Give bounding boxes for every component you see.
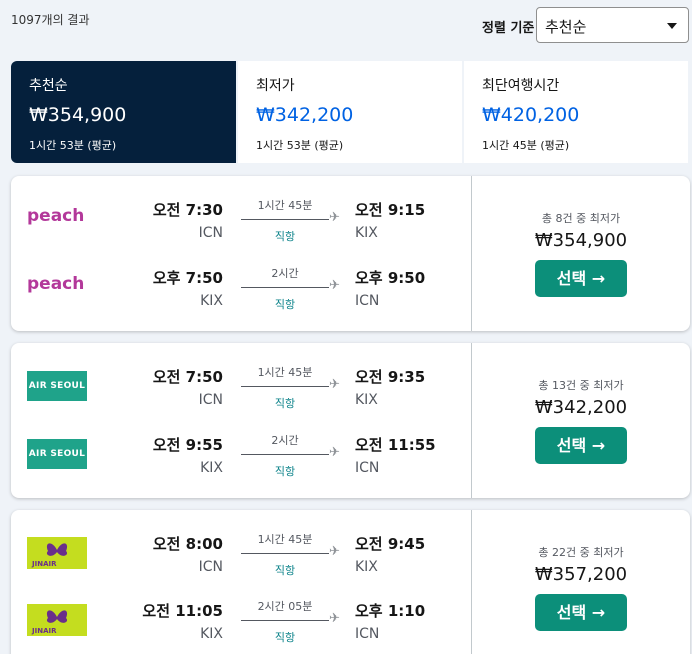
plane-icon: ✈: [329, 544, 340, 559]
tab-label: 최단여행시간: [482, 78, 560, 94]
results-count: 1097개의 결과: [11, 13, 90, 27]
tab-recommended[interactable]: 추천순 ₩354,900 1시간 53분 (평균): [11, 61, 236, 163]
flight-duration: 2시간: [271, 267, 299, 280]
arrival-airport: ICN: [355, 626, 380, 642]
flight-duration: 1시간 45분: [257, 199, 313, 212]
tab-price: ₩420,200: [482, 104, 580, 126]
airline-logo-jinair: JINAIR: [27, 537, 87, 569]
arrival-airport: KIX: [355, 392, 378, 408]
tab-price: ₩354,900: [29, 104, 127, 126]
flight-duration: 1시간 45분: [257, 366, 313, 379]
sort-label: 정렬 기준: [482, 21, 535, 36]
sort-select-value: 추천순: [545, 18, 587, 36]
departure-airport: ICN: [198, 225, 223, 241]
tab-cheapest[interactable]: 최저가 ₩342,200 1시간 53분 (평균): [238, 61, 462, 163]
result-card[interactable]: peach 오전 7:30 ICN 1시간 45분 ✈ 직항 오전 9:15 K…: [11, 176, 690, 331]
arrival-airport: KIX: [355, 559, 378, 575]
airline-logo-airseoul: AIR SEOUL: [27, 439, 87, 469]
stops-label: 직항: [274, 465, 296, 478]
route-line: [241, 287, 329, 288]
deals-info: 총 8건 중 최저가: [541, 212, 621, 225]
stops-label: 직항: [274, 564, 296, 577]
tab-label: 추천순: [29, 78, 68, 94]
flight-duration: 1시간 45분: [257, 533, 313, 546]
arrival-time: 오전 9:45: [355, 535, 426, 553]
plane-icon: ✈: [329, 377, 340, 392]
svg-text:JINAIR: JINAIR: [31, 560, 57, 568]
stops-label: 직항: [274, 230, 296, 243]
butterfly-icon: JINAIR: [31, 543, 68, 568]
departure-time: 오전 7:30: [152, 201, 223, 219]
flight-duration: 2시간: [271, 434, 299, 447]
result-card[interactable]: JINAIR 오전 8:00 ICN 1시간 45분 ✈ 직항 오전 9:45 …: [11, 510, 690, 654]
tab-avg-time: 1시간 53분 (평균): [256, 139, 344, 152]
price-box: 총 13건 중 최저가 ₩342,200 선택 →: [472, 343, 690, 498]
departure-airport: KIX: [200, 460, 223, 476]
stops-label: 직항: [274, 298, 296, 311]
tab-price: ₩342,200: [256, 104, 354, 126]
select-button[interactable]: 선택 →: [535, 594, 627, 631]
flight-duration: 2시간 05분: [257, 600, 313, 613]
butterfly-icon: JINAIR: [31, 610, 68, 635]
departure-time: 오전 8:00: [152, 535, 223, 553]
chevron-down-icon: [667, 23, 677, 29]
tab-avg-time: 1시간 53분 (평균): [29, 139, 117, 152]
plane-icon: ✈: [329, 445, 340, 460]
deals-info: 총 22건 중 최저가: [538, 546, 624, 559]
tab-label: 최저가: [256, 78, 295, 94]
flight-leg-outbound: AIR SEOUL 오전 7:50 ICN 1시간 45분 ✈ 직항 오전 9:…: [11, 359, 471, 417]
departure-airport: ICN: [198, 392, 223, 408]
flight-leg-outbound: peach 오전 7:30 ICN 1시간 45분 ✈ 직항 오전 9:15 K…: [11, 192, 471, 250]
result-price: ₩357,200: [534, 564, 628, 585]
stops-label: 직항: [274, 631, 296, 644]
sort-select[interactable]: 추천순: [536, 7, 689, 43]
departure-time: 오전 7:50: [152, 368, 223, 386]
stops-label: 직항: [274, 397, 296, 410]
route-line: [241, 553, 329, 554]
arrival-airport: KIX: [355, 225, 378, 241]
flight-leg-outbound: JINAIR 오전 8:00 ICN 1시간 45분 ✈ 직항 오전 9:45 …: [11, 526, 471, 584]
arrival-time: 오전 11:55: [355, 436, 436, 454]
tab-fastest[interactable]: 최단여행시간 ₩420,200 1시간 45분 (평균): [464, 61, 688, 163]
airline-logo-peach: peach: [27, 274, 85, 294]
route-line: [241, 386, 329, 387]
arrival-airport: ICN: [355, 293, 380, 309]
deals-info: 총 13건 중 최저가: [538, 379, 624, 392]
arrival-airport: ICN: [355, 460, 380, 476]
result-price: ₩354,900: [534, 230, 628, 251]
departure-time: 오후 7:50: [152, 269, 223, 287]
flight-leg-return: AIR SEOUL 오전 9:55 KIX 2시간 ✈ 직항 오전 11:55 …: [11, 427, 471, 485]
airline-logo-jinair: JINAIR: [27, 604, 87, 636]
select-button[interactable]: 선택 →: [535, 427, 627, 464]
departure-airport: KIX: [200, 293, 223, 309]
price-box: 총 22건 중 최저가 ₩357,200 선택 →: [472, 510, 690, 654]
departure-airport: ICN: [198, 559, 223, 575]
select-button[interactable]: 선택 →: [535, 260, 627, 297]
price-box: 총 8건 중 최저가 ₩354,900 선택 →: [472, 176, 690, 331]
departure-time: 오전 11:05: [142, 602, 223, 620]
arrival-time: 오전 9:35: [355, 368, 426, 386]
route-line: [241, 219, 329, 220]
plane-icon: ✈: [329, 611, 340, 626]
route-line: [241, 454, 329, 455]
sort-tabs: 추천순 ₩354,900 1시간 53분 (평균) 최저가 ₩342,200 1…: [11, 61, 688, 163]
svg-text:JINAIR: JINAIR: [31, 627, 57, 635]
plane-icon: ✈: [329, 278, 340, 293]
arrival-time: 오후 1:10: [355, 602, 426, 620]
tab-avg-time: 1시간 45분 (평균): [482, 139, 570, 152]
arrival-time: 오후 9:50: [355, 269, 426, 287]
airline-logo-airseoul: AIR SEOUL: [27, 371, 87, 401]
plane-icon: ✈: [329, 210, 340, 225]
arrival-time: 오전 9:15: [355, 201, 426, 219]
departure-airport: KIX: [200, 626, 223, 642]
departure-time: 오전 9:55: [152, 436, 223, 454]
result-card[interactable]: AIR SEOUL 오전 7:50 ICN 1시간 45분 ✈ 직항 오전 9:…: [11, 343, 690, 498]
result-price: ₩342,200: [534, 397, 628, 418]
flight-leg-return: peach 오후 7:50 KIX 2시간 ✈ 직항 오후 9:50 ICN: [11, 260, 471, 318]
flight-leg-return: JINAIR 오전 11:05 KIX 2시간 05분 ✈ 직항 오후 1:10…: [11, 593, 471, 651]
route-line: [241, 620, 329, 621]
airline-logo-peach: peach: [27, 206, 85, 226]
